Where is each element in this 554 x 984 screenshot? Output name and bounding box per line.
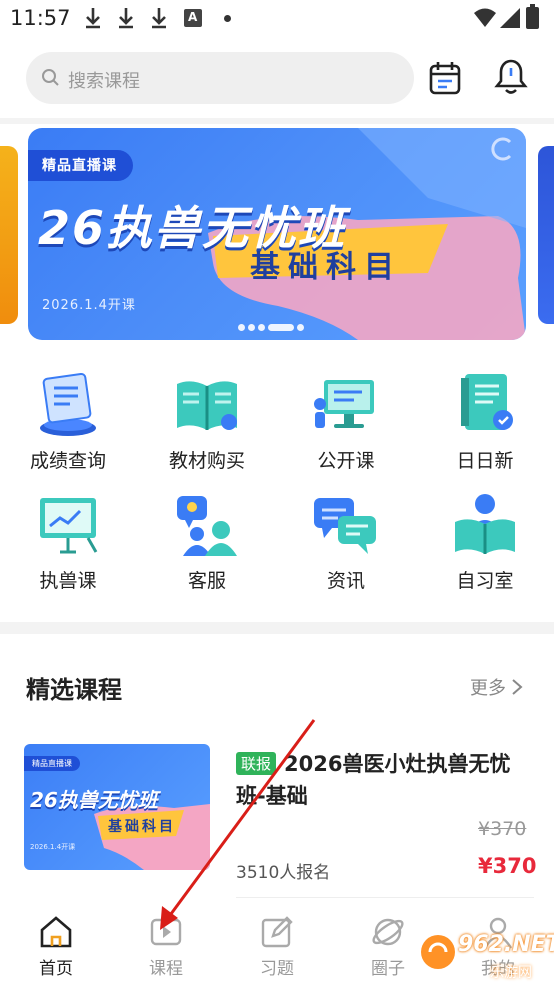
tab-home[interactable]: 首页 (16, 914, 96, 979)
divider (0, 118, 554, 124)
grid-label: 日日新 (456, 450, 514, 472)
grid-label: 成绩查询 (29, 450, 106, 472)
search-icon (42, 69, 59, 86)
tab-circle[interactable]: 圈子 (348, 914, 428, 979)
download-icon (152, 8, 166, 29)
tab-label: 习题 (260, 959, 294, 979)
banner-next-peek[interactable] (538, 146, 554, 324)
watermark-sub: 乐游网 (490, 965, 532, 981)
banner-prev-peek[interactable] (0, 146, 18, 324)
carousel-dot[interactable] (297, 324, 304, 331)
brand-logo-icon (491, 137, 512, 161)
banner-tag: 精品直播课 (28, 150, 133, 181)
banner-date: 2026.1.4开课 (42, 298, 136, 313)
watermark: 962.NET 乐游网 (418, 928, 554, 984)
carousel-dots (238, 317, 307, 331)
grid-label: 自习室 (456, 570, 514, 592)
bell-icon[interactable] (494, 58, 528, 96)
chat-icon (314, 498, 376, 554)
reading-icon (455, 494, 515, 554)
banner-carousel[interactable]: 精品直播课 26执兽无忧班 基础科目 2026.1.4开课 (28, 128, 526, 340)
section-title: 精选课程 (26, 676, 122, 704)
combo-badge: 联报 (236, 752, 277, 775)
notification-dot-icon (224, 15, 231, 22)
grid-item-daily-new[interactable]: 日日新 (417, 370, 553, 473)
download-icon (86, 8, 100, 29)
support-icon (177, 496, 237, 556)
grid-item-vet-course[interactable]: 执兽课 (0, 490, 136, 593)
thumb-date: 2026.1.4开课 (30, 843, 76, 851)
report-icon (40, 372, 96, 436)
whiteboard-icon (40, 498, 98, 554)
grid-label: 资讯 (326, 570, 365, 592)
grid-label: 执兽课 (39, 570, 97, 592)
status-time: 11:57 (10, 6, 71, 30)
tab-label: 圈子 (371, 959, 405, 979)
monitor-icon (314, 380, 374, 428)
search-placeholder: 搜索课程 (68, 71, 140, 92)
divider (236, 897, 534, 898)
download-icon (119, 8, 133, 29)
grid-item-open-class[interactable]: 公开课 (278, 370, 414, 473)
tab-label: 首页 (39, 959, 73, 979)
notebook-icon (461, 374, 513, 430)
status-bar: 11:57 A (0, 0, 554, 38)
carousel-dot[interactable] (268, 324, 294, 331)
grid-item-study-room[interactable]: 自习室 (417, 490, 553, 593)
grid-label: 公开课 (317, 450, 375, 472)
tab-label: 课程 (149, 959, 183, 979)
calendar-icon[interactable] (428, 60, 462, 96)
section-divider (0, 622, 554, 634)
planet-icon (372, 918, 404, 946)
app-screen: 11:57 A 搜索课程 精品直播课 26执兽无忧班 基础科目 2026.1.4… (0, 0, 554, 984)
enrolled-count: 3510人报名 (236, 863, 331, 883)
carousel-dot[interactable] (238, 324, 245, 331)
course-play-icon (150, 918, 182, 946)
book-icon (177, 381, 237, 430)
wifi-icon (474, 8, 496, 27)
grid-item-textbook[interactable]: 教材购买 (139, 370, 275, 473)
grid-label: 客服 (187, 570, 226, 592)
grid-item-score-query[interactable]: 成绩查询 (0, 370, 136, 473)
edit-icon (261, 916, 293, 948)
home-icon (40, 916, 72, 948)
thumb-subtitle: 基础科目 (108, 819, 176, 835)
grid-label: 教材购买 (168, 450, 245, 472)
chevron-right-icon (512, 679, 523, 695)
tab-exercises[interactable]: 习题 (237, 914, 317, 979)
account-icon: A (184, 9, 202, 27)
thumb-title: 26执兽无忧班 (30, 788, 158, 812)
watermark-brand: 962.NET (458, 932, 554, 957)
battery-icon (526, 4, 539, 29)
carousel-dot[interactable] (248, 324, 255, 331)
course-title[interactable]: 2026兽医小灶执兽无忧班-基础 (236, 748, 536, 812)
original-price: ¥370 (478, 818, 527, 840)
grid-item-news[interactable]: 资讯 (278, 490, 414, 593)
more-label: 更多 (470, 678, 506, 699)
course-thumbnail[interactable]: 精品直播课 26执兽无忧班 基础科目 2026.1.4开课 (24, 744, 210, 870)
thumb-tag: 精品直播课 (24, 756, 80, 771)
grid-item-customer-service[interactable]: 客服 (139, 490, 275, 593)
banner-subtitle: 基础科目 (250, 250, 402, 285)
account-glyph: A (188, 10, 198, 24)
carousel-dot[interactable] (258, 324, 265, 331)
more-link[interactable]: 更多 (470, 674, 524, 700)
current-price: ¥370 (478, 854, 537, 878)
signal-icon (500, 8, 520, 28)
search-input[interactable]: 搜索课程 (26, 52, 414, 104)
tab-courses[interactable]: 课程 (126, 914, 206, 979)
